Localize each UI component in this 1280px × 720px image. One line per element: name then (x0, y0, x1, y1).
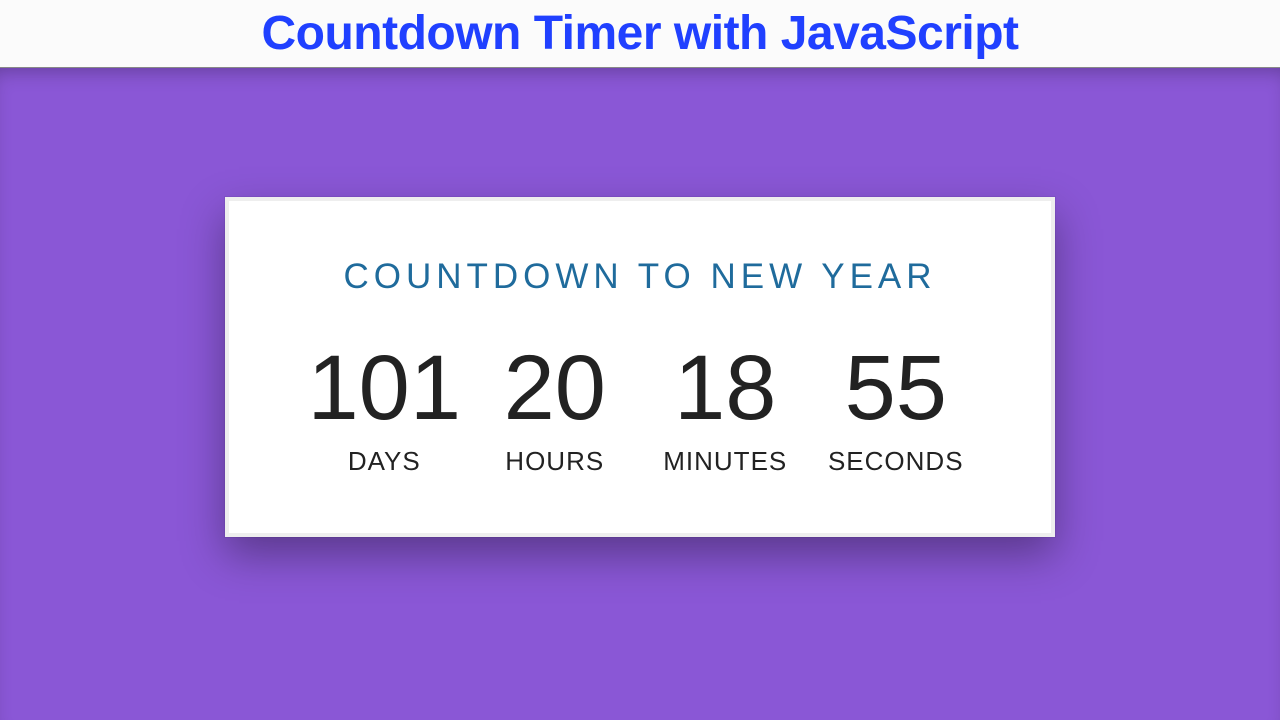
hours-value: 20 (504, 342, 606, 434)
minutes-label: MINUTES (663, 446, 787, 477)
countdown-hours: 20 HOURS (470, 342, 641, 477)
seconds-label: SECONDS (828, 446, 964, 477)
hours-label: HOURS (505, 446, 604, 477)
countdown-seconds: 55 SECONDS (811, 342, 982, 477)
seconds-value: 55 (845, 342, 947, 434)
countdown-minutes: 18 MINUTES (640, 342, 811, 477)
countdown-row: 101 DAYS 20 HOURS 18 MINUTES 55 SECONDS (279, 342, 1001, 477)
minutes-value: 18 (674, 342, 776, 434)
days-value: 101 (308, 342, 462, 434)
page-title: Countdown Timer with JavaScript (261, 6, 1018, 61)
card-title: COUNTDOWN TO NEW YEAR (343, 257, 936, 297)
main-content: COUNTDOWN TO NEW YEAR 101 DAYS 20 HOURS … (0, 68, 1280, 720)
page-header: Countdown Timer with JavaScript (0, 0, 1280, 68)
days-label: DAYS (348, 446, 421, 477)
countdown-days: 101 DAYS (299, 342, 470, 477)
countdown-card: COUNTDOWN TO NEW YEAR 101 DAYS 20 HOURS … (225, 197, 1055, 537)
